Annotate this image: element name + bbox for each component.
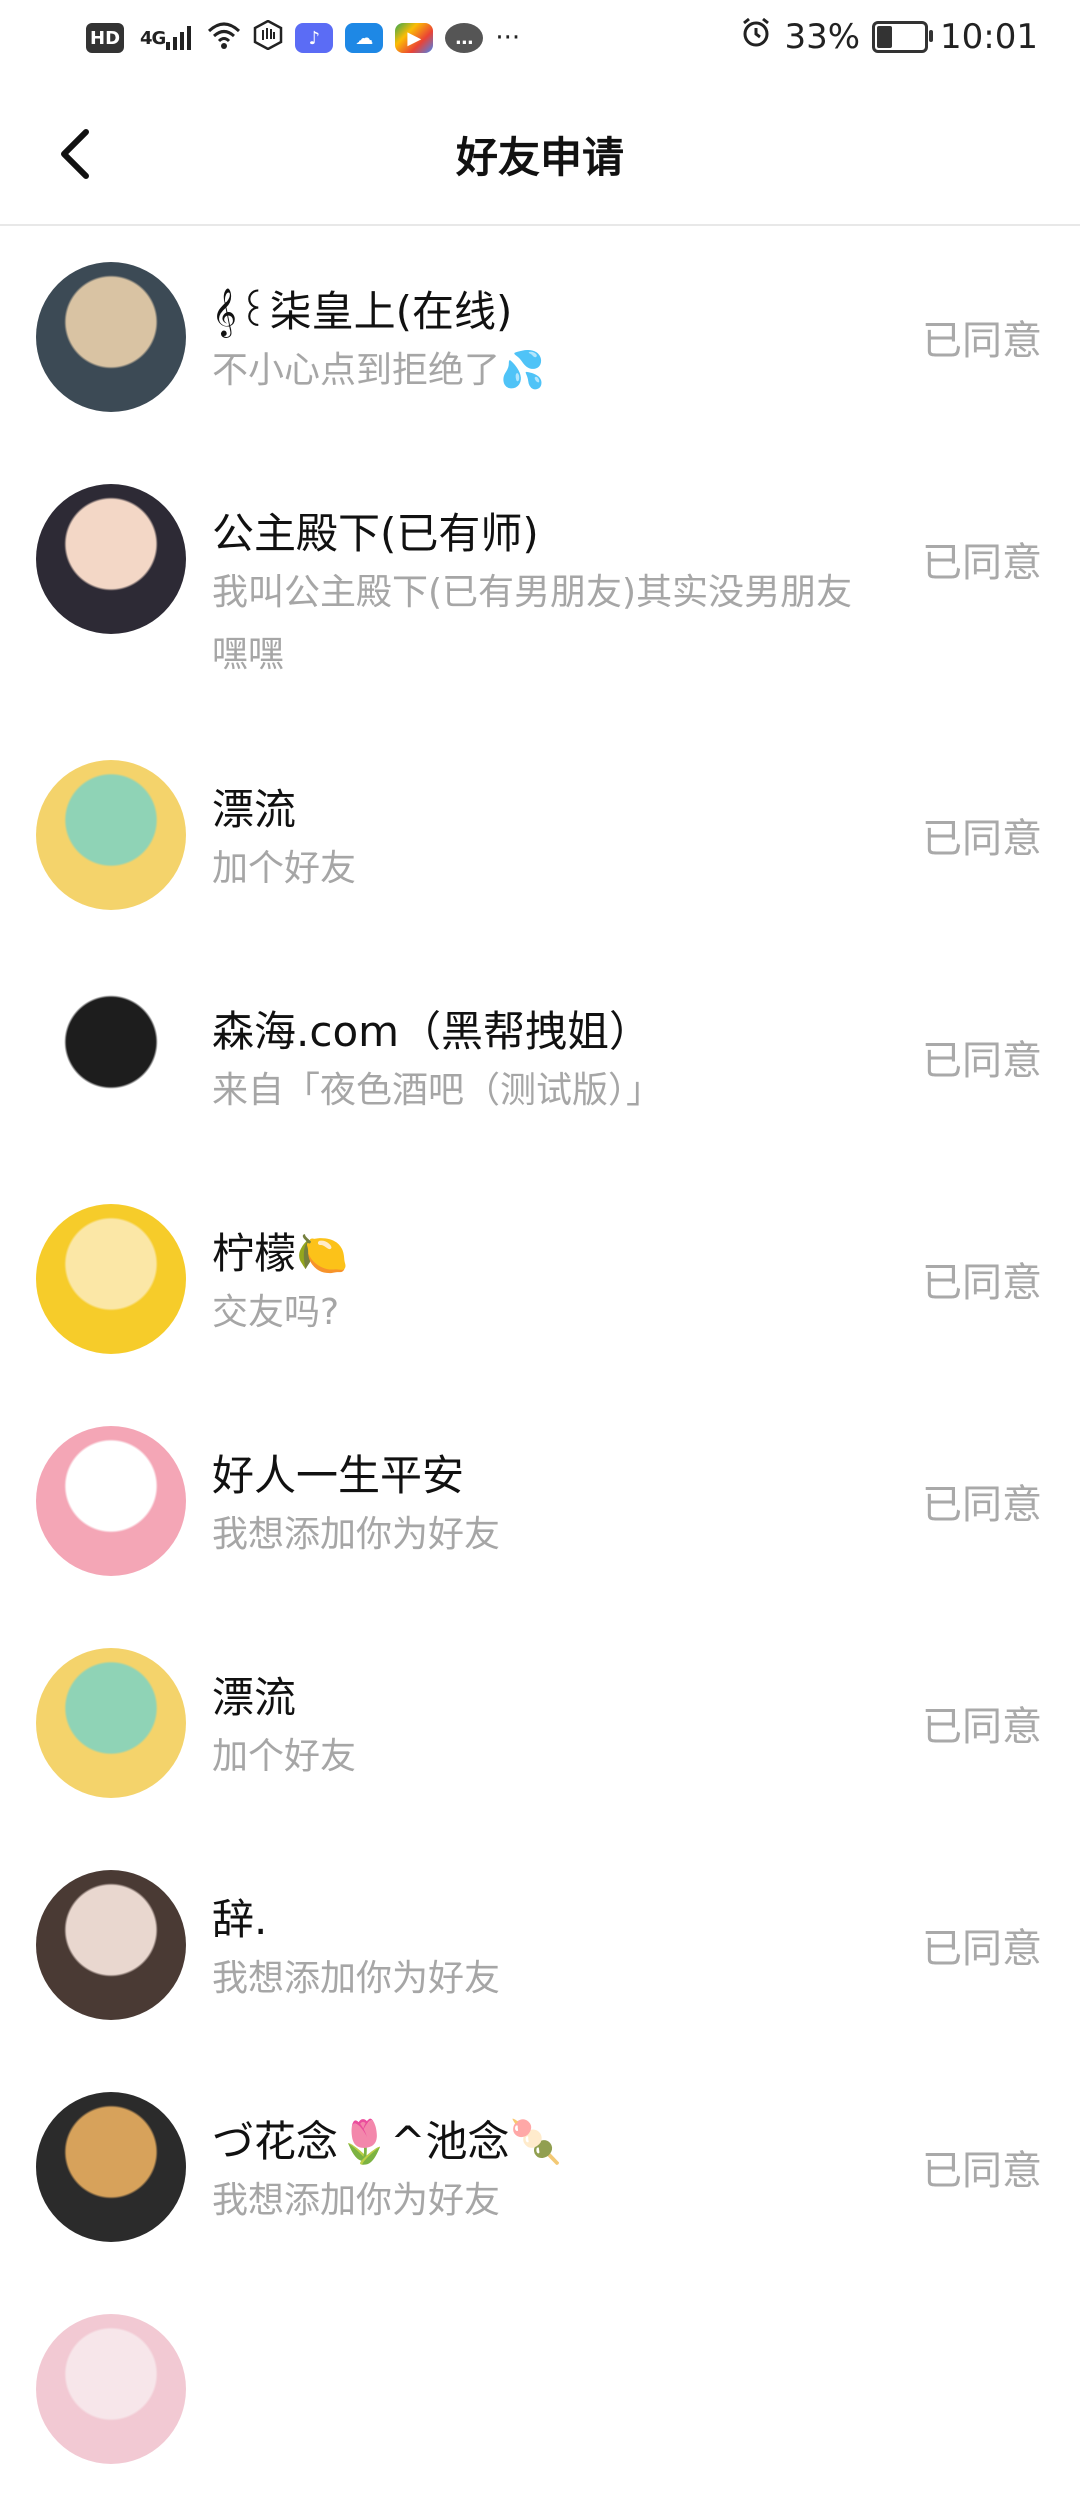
avatar[interactable] bbox=[36, 1426, 186, 1576]
requester-name: づ花念🌷^池念🍡 bbox=[212, 2117, 562, 2166]
request-status: 已同意 bbox=[922, 816, 1042, 862]
friend-request-row[interactable]: づ花念🌷^池念🍡 我想添加你为好友 已同意 bbox=[0, 2056, 1080, 2278]
request-status: 已同意 bbox=[922, 1260, 1042, 1306]
requester-name: 公主殿下(已有师) bbox=[212, 509, 539, 558]
avatar[interactable] bbox=[36, 1870, 186, 2020]
avatar-image bbox=[36, 2314, 186, 2464]
avatar[interactable] bbox=[36, 982, 186, 1132]
weather-app-icon: ☁ bbox=[345, 23, 384, 53]
avatar-image bbox=[36, 2092, 186, 2242]
friend-request-row[interactable]: 辞. 我想添加你为好友 已同意 bbox=[0, 1834, 1080, 2056]
hd-icon: HD bbox=[86, 23, 125, 53]
request-status: 已同意 bbox=[922, 1038, 1042, 1084]
request-status: 已同意 bbox=[922, 540, 1042, 586]
requester-name: 漂流 bbox=[212, 1673, 297, 1722]
request-message: 我想添加你为好友 bbox=[212, 1958, 501, 1999]
avatar-image bbox=[36, 1648, 186, 1798]
avatar-image bbox=[36, 262, 186, 412]
more-icon: ··· bbox=[495, 23, 521, 53]
wifi-icon bbox=[207, 21, 241, 55]
avatar-image bbox=[36, 1204, 186, 1354]
friend-request-row[interactable]: 森海.com（黑帮拽姐） 来自「夜色酒吧（测试版）」 已同意 bbox=[0, 946, 1080, 1168]
avatar[interactable] bbox=[36, 2092, 186, 2242]
friend-request-row[interactable] bbox=[0, 2278, 1080, 2500]
avatar[interactable] bbox=[36, 2314, 186, 2464]
nav-bar: 好友申请 bbox=[0, 80, 1080, 226]
request-status: 已同意 bbox=[922, 1926, 1042, 1972]
friend-request-row[interactable]: 𝄞꒰柒皇上(在线) 不小心点到拒绝了💦 已同意 bbox=[0, 226, 1080, 448]
battery-percent: 33% bbox=[784, 16, 861, 57]
friend-request-list: 𝄞꒰柒皇上(在线) 不小心点到拒绝了💦 已同意 公主殿下(已有师) 我叫公主殿下… bbox=[0, 226, 1080, 2500]
page-title: 好友申请 bbox=[455, 133, 624, 182]
request-status: 已同意 bbox=[922, 1704, 1042, 1750]
status-left: HD 4G ♪ ☁ ▶ … ··· bbox=[86, 19, 521, 56]
requester-name: 辞. bbox=[212, 1895, 268, 1944]
friend-request-row[interactable]: 漂流 加个好友 已同意 bbox=[0, 724, 1080, 946]
request-status: 已同意 bbox=[922, 318, 1042, 364]
avatar-image bbox=[36, 982, 186, 1132]
avatar-image bbox=[36, 1426, 186, 1576]
requester-name: 森海.com（黑帮拽姐） bbox=[212, 1007, 652, 1056]
avatar-image bbox=[36, 484, 186, 634]
request-message: 我想添加你为好友 bbox=[212, 1514, 501, 1555]
signal-icon: 4G bbox=[136, 23, 195, 53]
request-message: 加个好友 bbox=[212, 848, 357, 889]
friend-request-row[interactable]: 公主殿下(已有师) 我叫公主殿下(已有男朋友)其实没男朋友嘿嘿 已同意 bbox=[0, 448, 1080, 724]
alarm-icon bbox=[740, 16, 772, 57]
avatar[interactable] bbox=[36, 1204, 186, 1354]
avatar[interactable] bbox=[36, 760, 186, 910]
request-message: 我叫公主殿下(已有男朋友)其实没男朋友嘿嘿 bbox=[212, 572, 853, 675]
play-app-icon: ▶ bbox=[395, 23, 434, 53]
avatar[interactable] bbox=[36, 1648, 186, 1798]
requester-name: 𝄞꒰柒皇上(在线) bbox=[212, 287, 513, 336]
friend-request-row[interactable]: 柠檬🍋 交友吗? 已同意 bbox=[0, 1168, 1080, 1390]
network-type: 4G bbox=[140, 27, 166, 49]
hand-icon bbox=[253, 19, 283, 56]
battery-level bbox=[877, 25, 892, 48]
request-message: 加个好友 bbox=[212, 1736, 357, 1777]
request-status: 已同意 bbox=[922, 1482, 1042, 1528]
request-message: 来自「夜色酒吧（测试版）」 bbox=[212, 1070, 663, 1111]
requester-name: 柠檬🍋 bbox=[212, 1229, 349, 1278]
battery-icon bbox=[872, 20, 934, 53]
status-bar: HD 4G ♪ ☁ ▶ … ··· 33% 10:01 bbox=[0, 0, 1080, 80]
avatar[interactable] bbox=[36, 484, 186, 634]
friend-request-row[interactable]: 漂流 加个好友 已同意 bbox=[0, 1612, 1080, 1834]
avatar-image bbox=[36, 1870, 186, 2020]
request-message: 不小心点到拒绝了💦 bbox=[212, 350, 545, 391]
requester-name: 好人一生平安 bbox=[212, 1451, 465, 1500]
music-app-icon: ♪ bbox=[295, 23, 334, 53]
friend-request-row[interactable]: 好人一生平安 我想添加你为好友 已同意 bbox=[0, 1390, 1080, 1612]
chat-app-icon: … bbox=[445, 23, 484, 53]
request-message: 交友吗? bbox=[212, 1292, 340, 1333]
requester-name: 漂流 bbox=[212, 785, 297, 834]
avatar-image bbox=[36, 760, 186, 910]
request-status: 已同意 bbox=[922, 2148, 1042, 2194]
avatar[interactable] bbox=[36, 262, 186, 412]
status-right: 33% 10:01 bbox=[740, 16, 1038, 57]
clock: 10:01 bbox=[940, 16, 1038, 57]
request-message: 我想添加你为好友 bbox=[212, 2180, 501, 2221]
